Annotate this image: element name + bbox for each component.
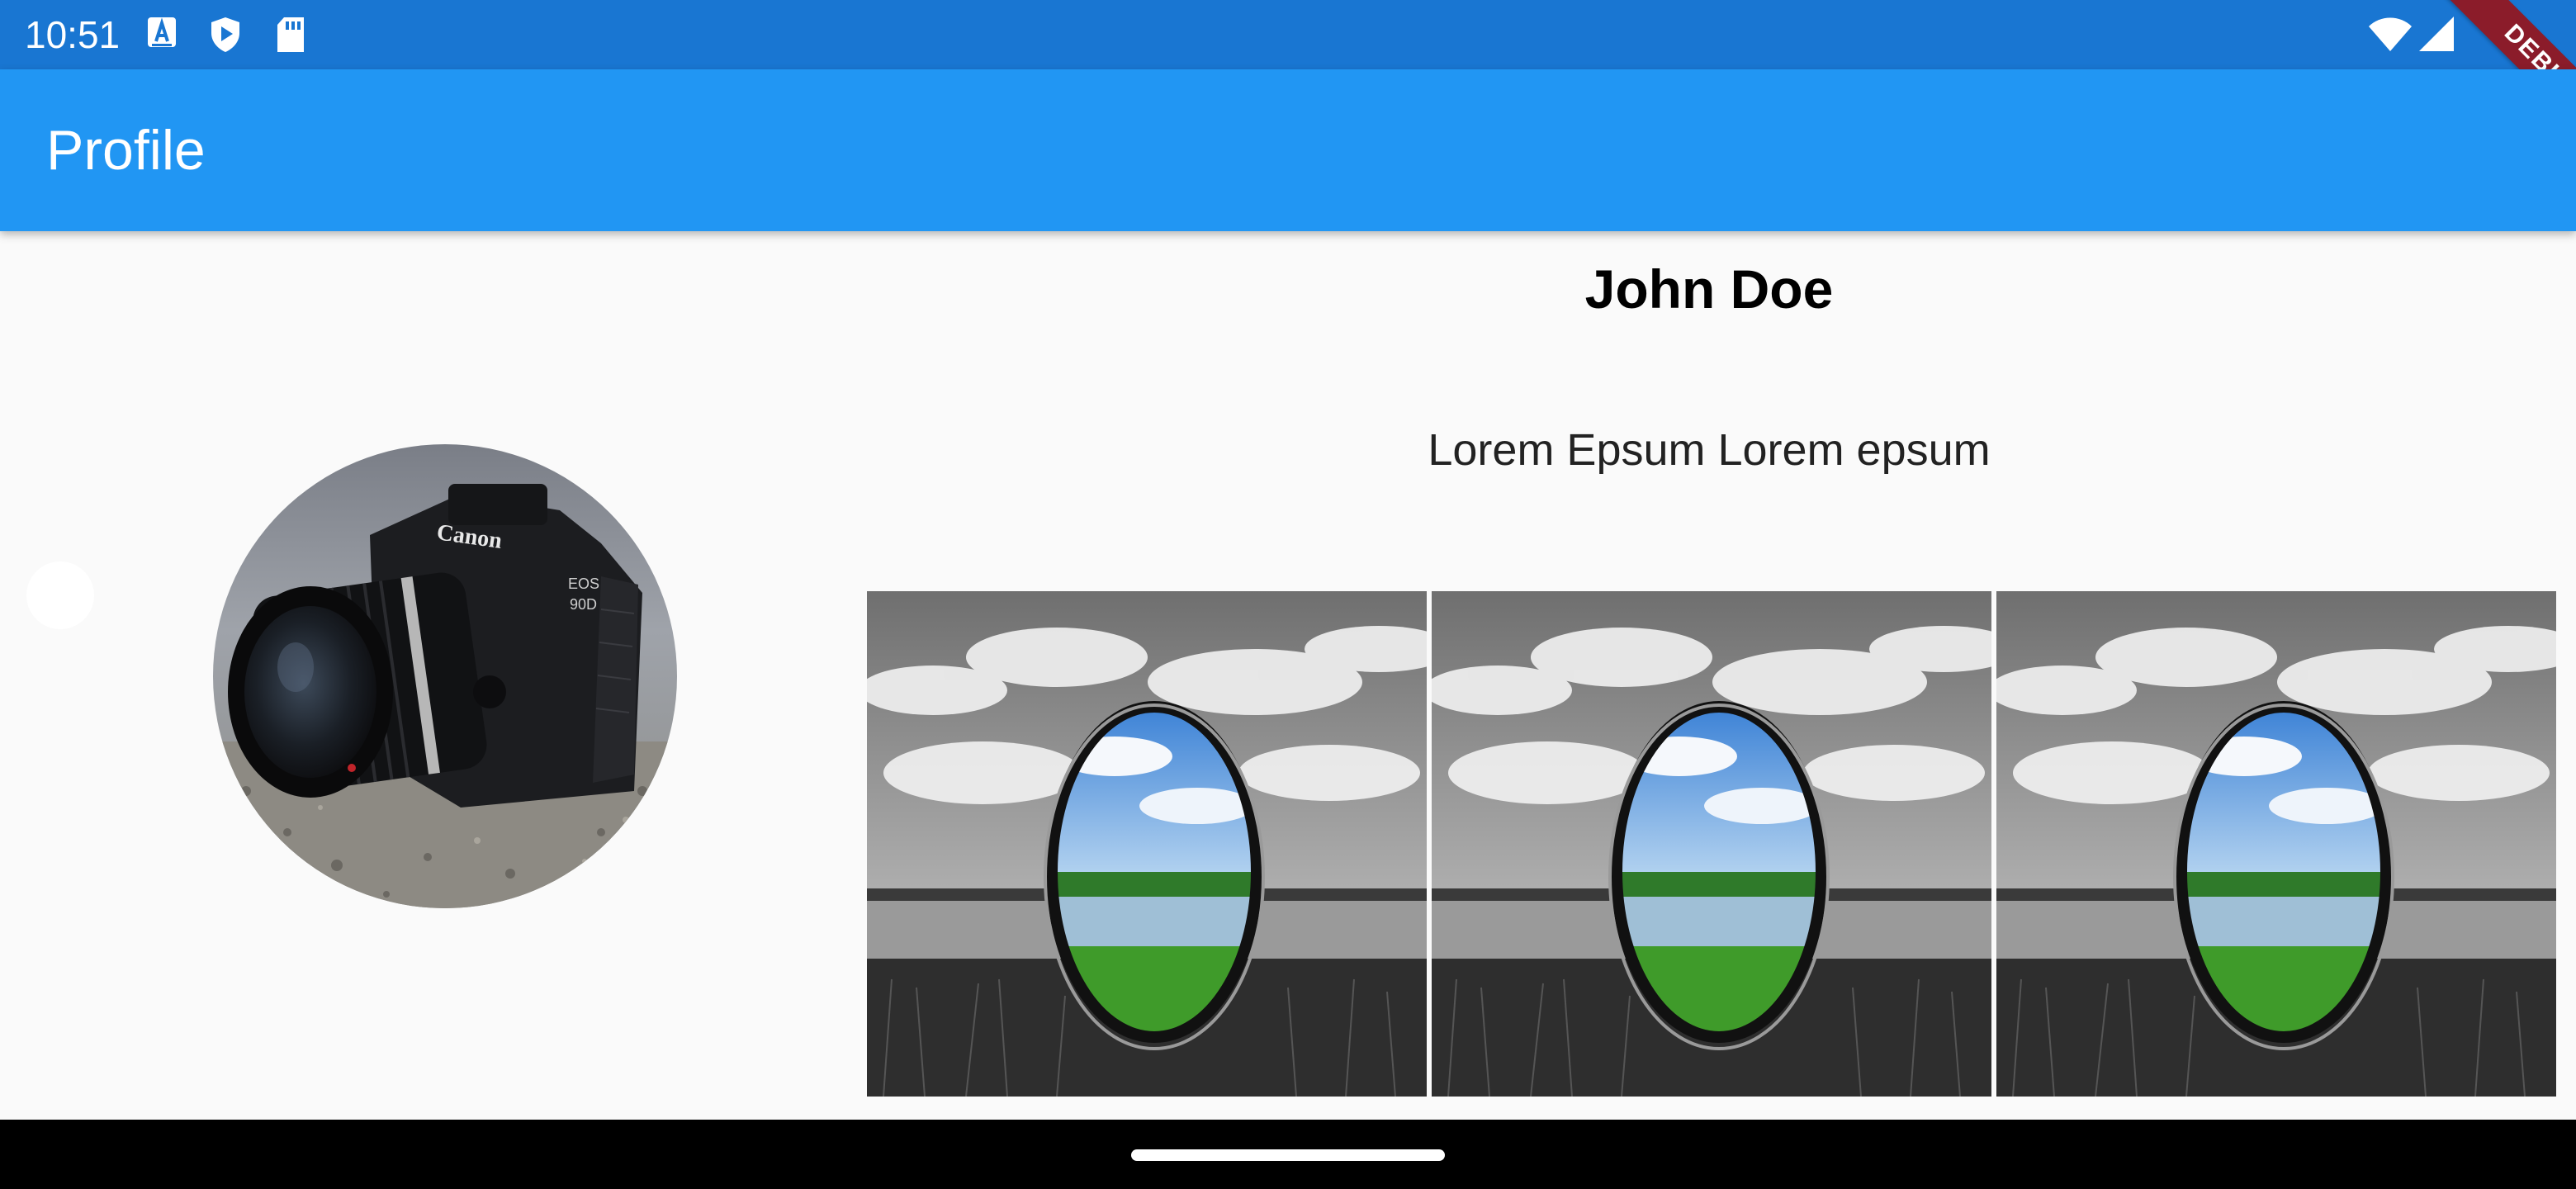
status-bar: 10:51 (0, 0, 2576, 69)
profile-avatar: Canon EOS 90D (213, 444, 677, 908)
navigation-bar (0, 1120, 2576, 1189)
camera-photo: Canon EOS 90D (213, 444, 677, 908)
wifi-icon (2369, 17, 2412, 51)
gallery-image[interactable] (1996, 591, 2556, 1097)
profile-name: John Doe (1584, 258, 1834, 320)
gallery-image[interactable] (1432, 591, 1991, 1097)
sd-card-icon (277, 17, 304, 52)
page-title: Profile (46, 119, 206, 182)
gallery-image[interactable] (867, 591, 1427, 1097)
signal-icon (2419, 17, 2454, 51)
profile-bio: Lorem Epsum Lorem epsum (1428, 425, 1991, 475)
lens-landscape-photo (867, 591, 1427, 1097)
play-protect-icon (211, 17, 239, 52)
a-notification-icon (148, 17, 176, 47)
status-time: 10:51 (25, 13, 121, 56)
lens-landscape-photo (1996, 591, 2556, 1097)
floating-dot[interactable] (26, 561, 94, 629)
home-indicator[interactable] (1131, 1149, 1445, 1161)
svg-text:EOS: EOS (568, 576, 599, 592)
lens-landscape-photo (1432, 591, 1991, 1097)
svg-text:90D: 90D (570, 596, 597, 613)
app-bar: Profile (0, 69, 2576, 231)
